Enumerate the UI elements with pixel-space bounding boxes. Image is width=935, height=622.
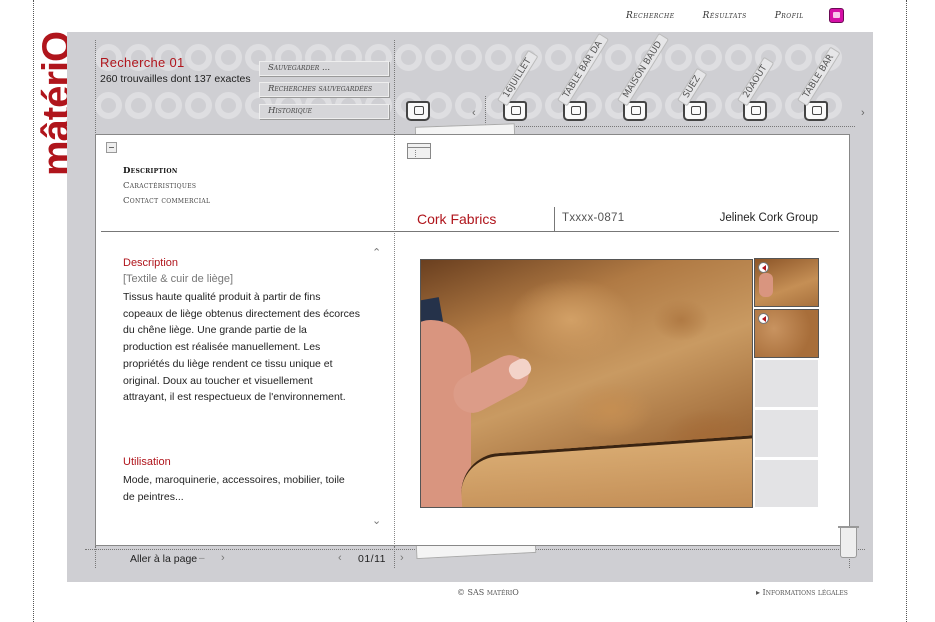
carousel-prev-arrow[interactable]: ‹ [472,107,476,119]
description-text: Tissus haute qualité produit à partir de… [123,291,360,404]
description-category: [Textile & cuir de liège] [123,273,234,285]
nav-results[interactable]: Résultats [703,11,747,21]
empty-thumbnail-slot [754,359,819,408]
next-page-arrow[interactable]: › [400,552,404,564]
page-border-left [33,0,34,622]
footer-copyright: © SAS matériO [457,588,519,597]
search-result-count: 260 trouvailles dont 137 exactes [100,73,251,85]
card-divider [394,134,395,546]
tab-description[interactable]: Description [123,166,210,181]
chat-icon[interactable] [829,8,844,23]
history-button[interactable]: Historique [259,104,389,119]
goto-page-arrow[interactable]: › [221,552,225,564]
guide-line [485,126,855,127]
product-company[interactable]: Jelinek Cork Group [720,212,818,224]
page-indicator: 01/11 [358,553,386,565]
nav-search[interactable]: Recherche [626,11,675,21]
header-rule [101,231,839,232]
product-main-image[interactable] [420,259,753,508]
saved-searches-button[interactable]: Recherches sauvegardées [259,82,389,97]
select-arrow-icon[interactable] [758,313,769,324]
scroll-up-chevron-icon[interactable]: ⌃ [372,246,381,259]
top-navigation: Recherche Résultats Profil [626,11,804,21]
product-thumbnail[interactable] [754,258,819,307]
bag-icon[interactable] [406,99,436,121]
save-search-button[interactable]: Sauvegarder ... [259,61,389,76]
previous-page-arrow[interactable]: ‹ [338,552,342,564]
product-tabs: Description Caractéristiques Contact com… [123,166,210,211]
nav-profile[interactable]: Profil [775,11,804,21]
header-separator [554,207,555,231]
product-name: Cork Fabrics [417,211,497,227]
carousel-next-arrow[interactable]: › [861,107,865,119]
collapse-icon[interactable] [106,142,117,153]
tab-contact[interactable]: Contact commercial [123,196,210,211]
product-reference: Txxxx-0871 [562,212,625,224]
window-icon[interactable] [407,143,431,159]
product-thumbnail[interactable] [754,309,819,358]
guide-line [485,96,486,127]
search-title: Recherche 01 [100,55,185,70]
description-heading: Description [123,257,179,269]
empty-thumbnail-slot [754,409,819,458]
scroll-down-chevron-icon[interactable]: ⌄ [372,514,381,527]
guide-line [394,40,395,135]
select-arrow-icon[interactable] [758,262,769,273]
trash-icon[interactable] [838,526,859,558]
usage-heading: Utilisation [123,456,171,468]
guide-line [95,40,96,135]
tab-features[interactable]: Caractéristiques [123,181,210,196]
empty-thumbnail-slot [754,459,819,508]
page-border-right [906,0,907,622]
goto-page-label: Aller à la page [130,553,198,565]
usage-text: Mode, maroquinerie, accessoires, mobilie… [123,474,345,503]
goto-page-select[interactable]: – [199,553,205,564]
footer-legal-link[interactable]: ▸ Informations légales [756,588,848,597]
